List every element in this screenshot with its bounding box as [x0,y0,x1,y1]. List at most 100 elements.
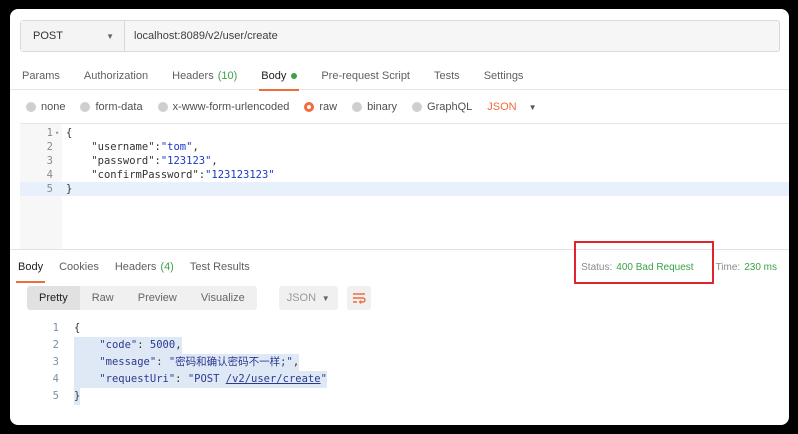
fold-arrow-icon[interactable]: ▾ [55,126,59,140]
code-text: { [74,322,81,334]
mode-raw[interactable]: Raw [80,286,126,310]
method-label: POST [33,30,63,42]
tab-response-body[interactable]: Body [10,252,51,283]
tab-pre-request-script[interactable]: Pre-request Script [309,61,422,90]
body-type-options: none form-data x-www-form-urlencoded raw… [26,98,537,116]
tab-params[interactable]: Params [10,61,72,90]
radio-none[interactable]: none [26,101,65,113]
format-label: JSON [286,292,317,304]
body-indicator-dot [291,72,298,79]
time-label: Time: [715,261,741,273]
radio-label: GraphQL [427,101,473,113]
tab-label: Tests [434,69,460,82]
code-line-current: 5} [20,182,789,196]
tab-authorization[interactable]: Authorization [72,61,160,90]
code-text: "message": "密码和确认密码不一样;", [74,354,300,371]
tab-cookies[interactable]: Cookies [51,252,107,282]
radio-x-www-form-urlencoded[interactable]: x-www-form-urlencoded [157,101,290,113]
line-number: 1 [46,127,53,139]
time-value[interactable]: 230 ms [744,262,777,273]
json-value: "POST /v2/user/create" [188,373,327,385]
json-value: 5000 [149,339,176,351]
chevron-down-icon: ▼ [321,293,330,303]
line-number: 5 [52,390,59,402]
code-text: "username":"tom", [91,141,199,153]
radio-circle [304,102,315,112]
code-text: "code": 5000, [74,337,182,354]
radio-raw[interactable]: raw [304,101,337,113]
tab-response-headers[interactable]: Headers (4) [107,252,182,282]
json-key: "code" [99,339,138,351]
code-text: "requestUri": "POST /v2/user/create" [74,371,327,388]
code-text: "confirmPassword":"123123123" [91,169,275,181]
line-number: 1 [52,322,59,334]
json-value: "123123123" [205,169,275,181]
mode-visualize[interactable]: Visualize [189,286,257,310]
json-key: "confirmPassword" [91,169,199,181]
radio-circle [157,102,168,112]
uri-link[interactable]: /v2/user/create [226,373,321,385]
mode-preview[interactable]: Preview [126,286,189,310]
mode-pretty[interactable]: Pretty [27,286,80,310]
json-key: "requestUri" [99,373,176,385]
tab-label: Body [18,261,44,273]
code-text: } [74,388,81,405]
radio-form-data[interactable]: form-data [80,101,143,113]
tab-label: Cookies [59,261,99,273]
view-mode-switch: Pretty Raw Preview Visualize [27,286,257,310]
code-line: 5} [10,388,789,405]
json-value: "tom" [160,141,193,153]
status-highlight-box [574,241,714,284]
radio-graphql[interactable]: GraphQL [412,101,472,113]
json-value: "密码和确认密码不一样;" [168,356,293,368]
uri-suffix: " [320,373,327,385]
headers-count: (10) [217,69,238,82]
radio-circle [26,102,36,112]
json-value: "123123" [160,155,212,167]
code-line: 1{ [10,320,789,337]
code-line: 1 ▾ { [20,126,789,140]
url-bar: POST ▼ localhost:8089/v2/user/create [20,20,780,52]
tab-tests[interactable]: Tests [422,61,472,90]
radio-label: raw [319,101,338,113]
method-select[interactable]: POST ▼ [21,21,125,51]
code-line: 3 "message": "密码和确认密码不一样;", [10,354,789,371]
response-format-select[interactable]: JSON ▼ [278,286,338,310]
code-line: 4 "confirmPassword":"123123123" [20,168,789,182]
request-tabs: Params Authorization Headers (10) Body Pr… [10,61,789,91]
tab-label: Body [261,69,287,82]
wrap-lines-icon [352,293,366,304]
wrap-lines-button[interactable] [346,286,371,310]
tab-label: Headers [114,261,157,273]
body-format-select[interactable]: JSON ▼ [487,101,536,113]
code-line: 4 "requestUri": "POST /v2/user/create" [10,371,789,388]
tab-label: Settings [483,69,524,82]
tab-headers[interactable]: Headers (10) [160,61,249,90]
radio-label: none [41,101,66,113]
chevron-down-icon: ▼ [106,31,114,41]
tab-settings[interactable]: Settings [472,61,536,90]
code-text: } [66,183,73,195]
headers-count: (4) [160,261,174,273]
code-line: 2 "code": 5000, [10,337,789,354]
code-text: "password":"123123", [91,155,218,167]
response-body-viewer[interactable]: 1{ 2 "code": 5000, 3 "message": "密码和确认密码… [10,314,789,414]
radio-label: form-data [95,101,143,113]
tab-test-results[interactable]: Test Results [182,252,258,282]
line-number: 3 [52,356,59,368]
url-input[interactable]: localhost:8089/v2/user/create [125,21,779,51]
tab-label: Authorization [83,69,149,82]
format-label: JSON [487,101,517,113]
radio-circle [352,102,363,112]
json-key: "password" [91,155,155,167]
response-toolbar: Pretty Raw Preview Visualize JSON ▼ [27,286,371,310]
tab-label: Params [22,69,60,82]
line-number: 3 [46,155,53,167]
code-line: 3 "password":"123123", [20,154,789,168]
radio-label: x-www-form-urlencoded [172,101,290,113]
tab-body[interactable]: Body [249,61,309,91]
radio-circle [412,102,423,112]
line-number: 4 [46,169,53,181]
radio-binary[interactable]: binary [352,101,397,113]
request-body-editor[interactable]: 1 ▾ { 2 "username":"tom", 3 "password":"12… [20,123,789,249]
